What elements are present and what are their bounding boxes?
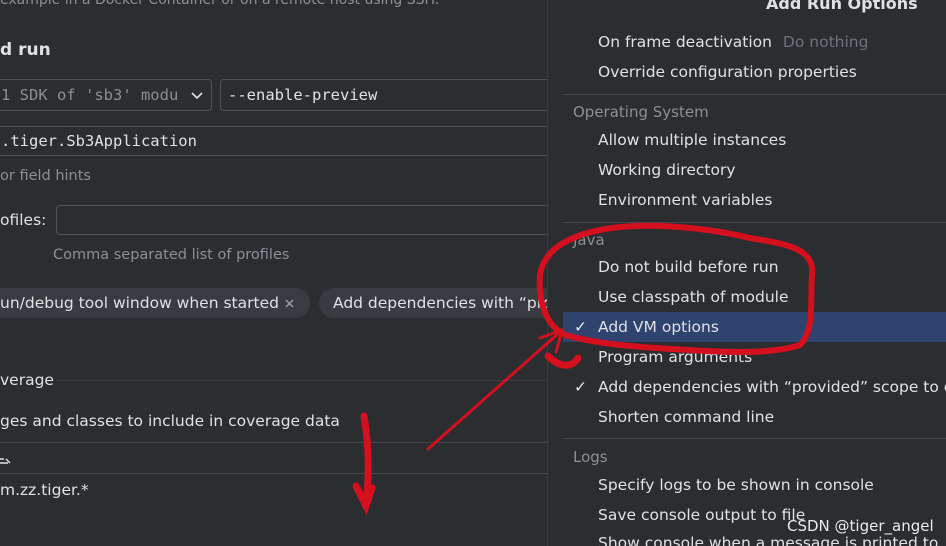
sdk-select[interactable]: 1 SDK of 'sb3' modu xyxy=(0,79,212,111)
main-class-value: .tiger.Sb3Application xyxy=(1,132,197,150)
chip-show-tool-window-label: un/debug tool window when started xyxy=(0,294,279,312)
chip-add-dependencies[interactable]: Add dependencies with “pro xyxy=(319,288,579,318)
popup-title: Add Run Options xyxy=(766,0,918,13)
separator xyxy=(563,222,946,223)
coverage-pattern-item[interactable]: m.zz.tiger.* xyxy=(0,481,89,499)
option-shorten-command-line[interactable]: Shorten command line xyxy=(598,408,774,426)
chip-add-dependencies-label: Add dependencies with “pro xyxy=(333,294,553,312)
option-extra: Do nothing xyxy=(782,33,869,51)
add-pattern-icon[interactable] xyxy=(0,452,12,466)
option-do-not-build[interactable]: Do not build before run xyxy=(598,258,779,276)
option-program-arguments[interactable]: Program arguments xyxy=(598,348,752,366)
profiles-field[interactable] xyxy=(56,205,560,235)
coverage-title: verage xyxy=(0,371,54,389)
watermark: CSDN @tiger_angel xyxy=(787,517,934,535)
option-save-console-output[interactable]: Save console output to file xyxy=(598,506,805,524)
add-run-options-popup: Add Run Options On frame deactivation Do… xyxy=(547,0,946,546)
vm-options-field[interactable]: --enable-preview xyxy=(220,79,560,111)
option-override-config[interactable]: Override configuration properties xyxy=(598,63,857,81)
section-operating-system: Operating System xyxy=(573,103,709,121)
main-class-field[interactable]: .tiger.Sb3Application xyxy=(0,126,560,156)
section-title: d run xyxy=(0,40,51,60)
separator xyxy=(563,94,946,95)
vm-options-value: --enable-preview xyxy=(228,86,378,104)
separator xyxy=(563,438,946,439)
option-working-directory[interactable]: Working directory xyxy=(598,161,736,179)
coverage-table-header-line xyxy=(0,473,547,474)
chevron-down-icon xyxy=(191,92,203,100)
coverage-divider xyxy=(56,380,547,381)
close-icon[interactable] xyxy=(284,298,295,309)
profiles-hint: Comma separated list of profiles xyxy=(53,247,290,263)
section-logs: Logs xyxy=(573,448,608,466)
chip-show-tool-window[interactable]: un/debug tool window when started xyxy=(0,288,310,318)
option-add-vm-options[interactable]: Add VM options xyxy=(598,318,719,336)
check-icon: ✓ xyxy=(574,378,587,396)
annotation-down-arrow xyxy=(352,412,376,516)
option-specify-logs[interactable]: Specify logs to be shown in console xyxy=(598,476,874,494)
section-java: Java xyxy=(573,231,605,249)
annotation-arrow xyxy=(426,327,565,451)
sdk-select-value: 1 SDK of 'sb3' modu xyxy=(1,86,179,104)
option-show-console[interactable]: Show console when a message is printed t… xyxy=(598,534,938,546)
option-add-dependencies-provided[interactable]: Add dependencies with “provided” scope t… xyxy=(598,378,946,396)
option-use-classpath[interactable]: Use classpath of module xyxy=(598,288,788,306)
coverage-table-top xyxy=(0,442,547,443)
option-label: On frame deactivation xyxy=(598,33,772,51)
top-hint: example in a Docker Container or on a re… xyxy=(0,0,440,8)
coverage-description: ges and classes to include in coverage d… xyxy=(0,412,340,430)
field-hints-link[interactable]: or field hints xyxy=(0,168,91,184)
option-on-frame-deactivation[interactable]: On frame deactivation Do nothing xyxy=(598,33,868,51)
option-environment-variables[interactable]: Environment variables xyxy=(598,191,773,209)
check-icon: ✓ xyxy=(574,318,587,336)
option-allow-multiple-instances[interactable]: Allow multiple instances xyxy=(598,131,786,149)
profiles-label: ofiles: xyxy=(0,211,47,229)
